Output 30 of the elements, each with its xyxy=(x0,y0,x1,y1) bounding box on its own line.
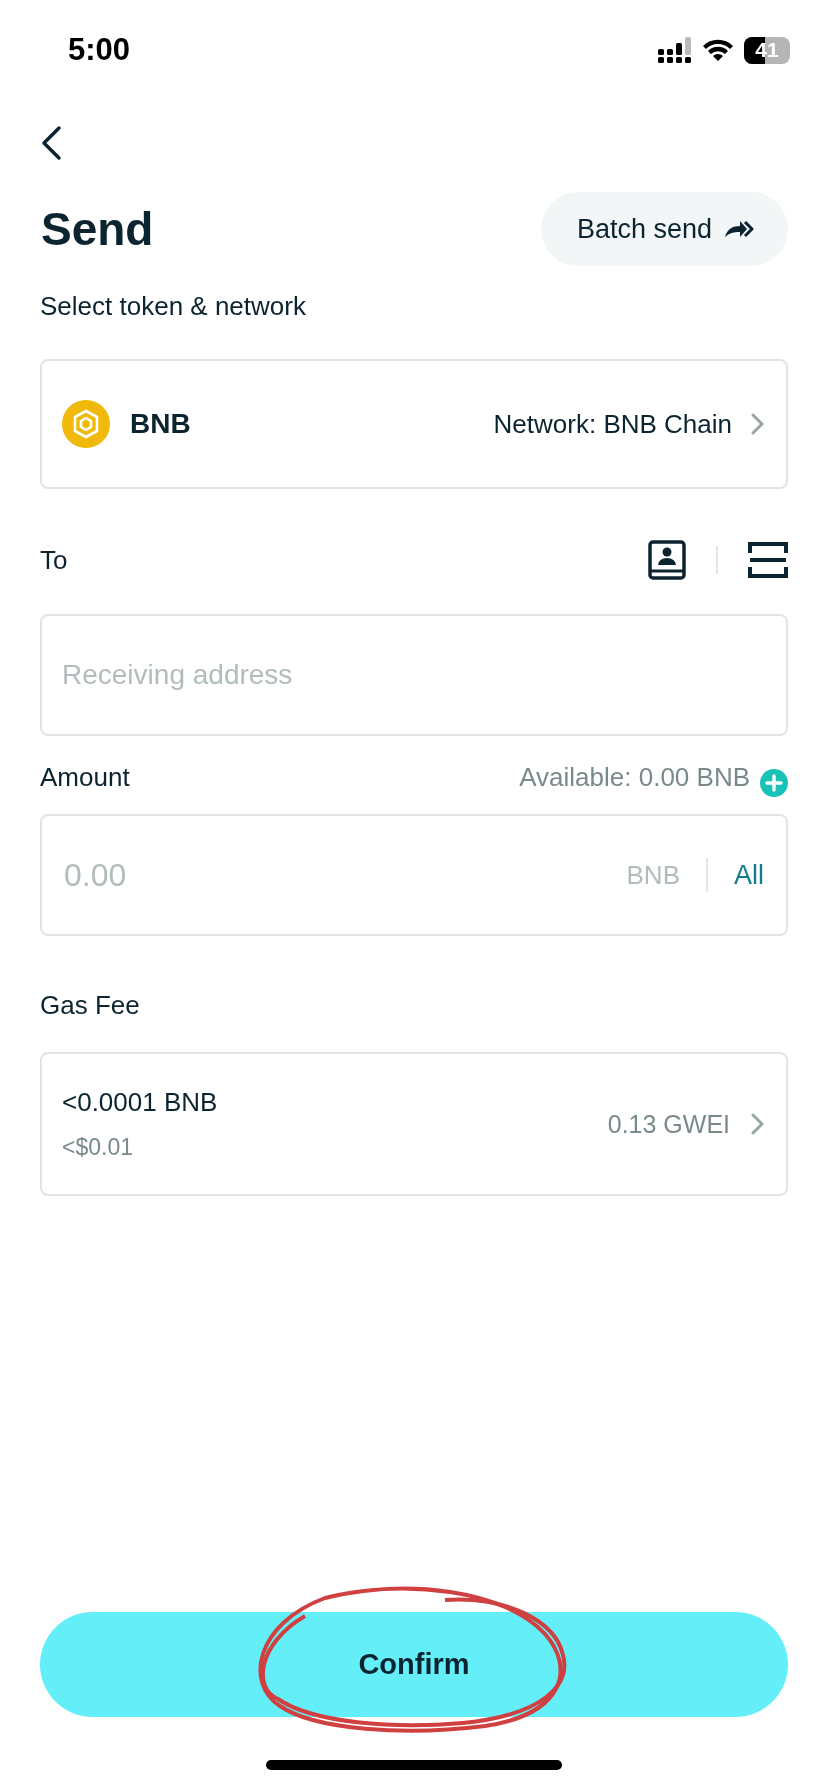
field-label: Amount xyxy=(40,761,130,793)
field-label: To xyxy=(40,543,68,576)
fee-fiat: <$0.01 xyxy=(62,1134,134,1161)
gas-price: 0.13 GWEI xyxy=(607,1109,730,1139)
address-field[interactable]: Receiving address xyxy=(40,614,788,736)
field-label: Gas Fee xyxy=(40,988,140,1021)
forward-arrows-icon xyxy=(724,219,754,239)
clock-time: 5:00 xyxy=(68,32,131,68)
home-indicator[interactable] xyxy=(266,1759,562,1770)
network-name: Network: BNB Chain xyxy=(493,408,732,440)
scan-icon[interactable] xyxy=(748,540,788,579)
amount-field[interactable]: 0.00 xyxy=(62,855,627,895)
address-book-icon[interactable] xyxy=(648,539,686,580)
back-icon[interactable] xyxy=(40,124,62,161)
section-label: Select token & network xyxy=(40,290,307,322)
available-balance: Available: 0.00 BNB xyxy=(519,761,750,793)
chevron-right-icon xyxy=(750,1112,766,1136)
batch-send-button[interactable]: Batch send xyxy=(540,192,788,266)
coin-icon xyxy=(62,400,110,448)
page-title: Send xyxy=(40,202,154,256)
token-name: BNB xyxy=(130,408,191,440)
confirm-button[interactable]: Confirm xyxy=(40,1612,788,1717)
unit-label: BNB xyxy=(626,859,680,891)
all-button[interactable]: All xyxy=(734,859,764,891)
gas-fee-selector[interactable]: <0.0001 BNB <$0.01 0.13 GWEI xyxy=(40,1052,788,1196)
token-selector[interactable]: BNB Network: BNB Chain xyxy=(40,359,788,489)
chevron-right-icon xyxy=(750,412,766,436)
signal-icon xyxy=(658,37,692,63)
wifi-icon xyxy=(702,38,734,62)
fee-amount: <0.0001 BNB xyxy=(62,1087,218,1118)
